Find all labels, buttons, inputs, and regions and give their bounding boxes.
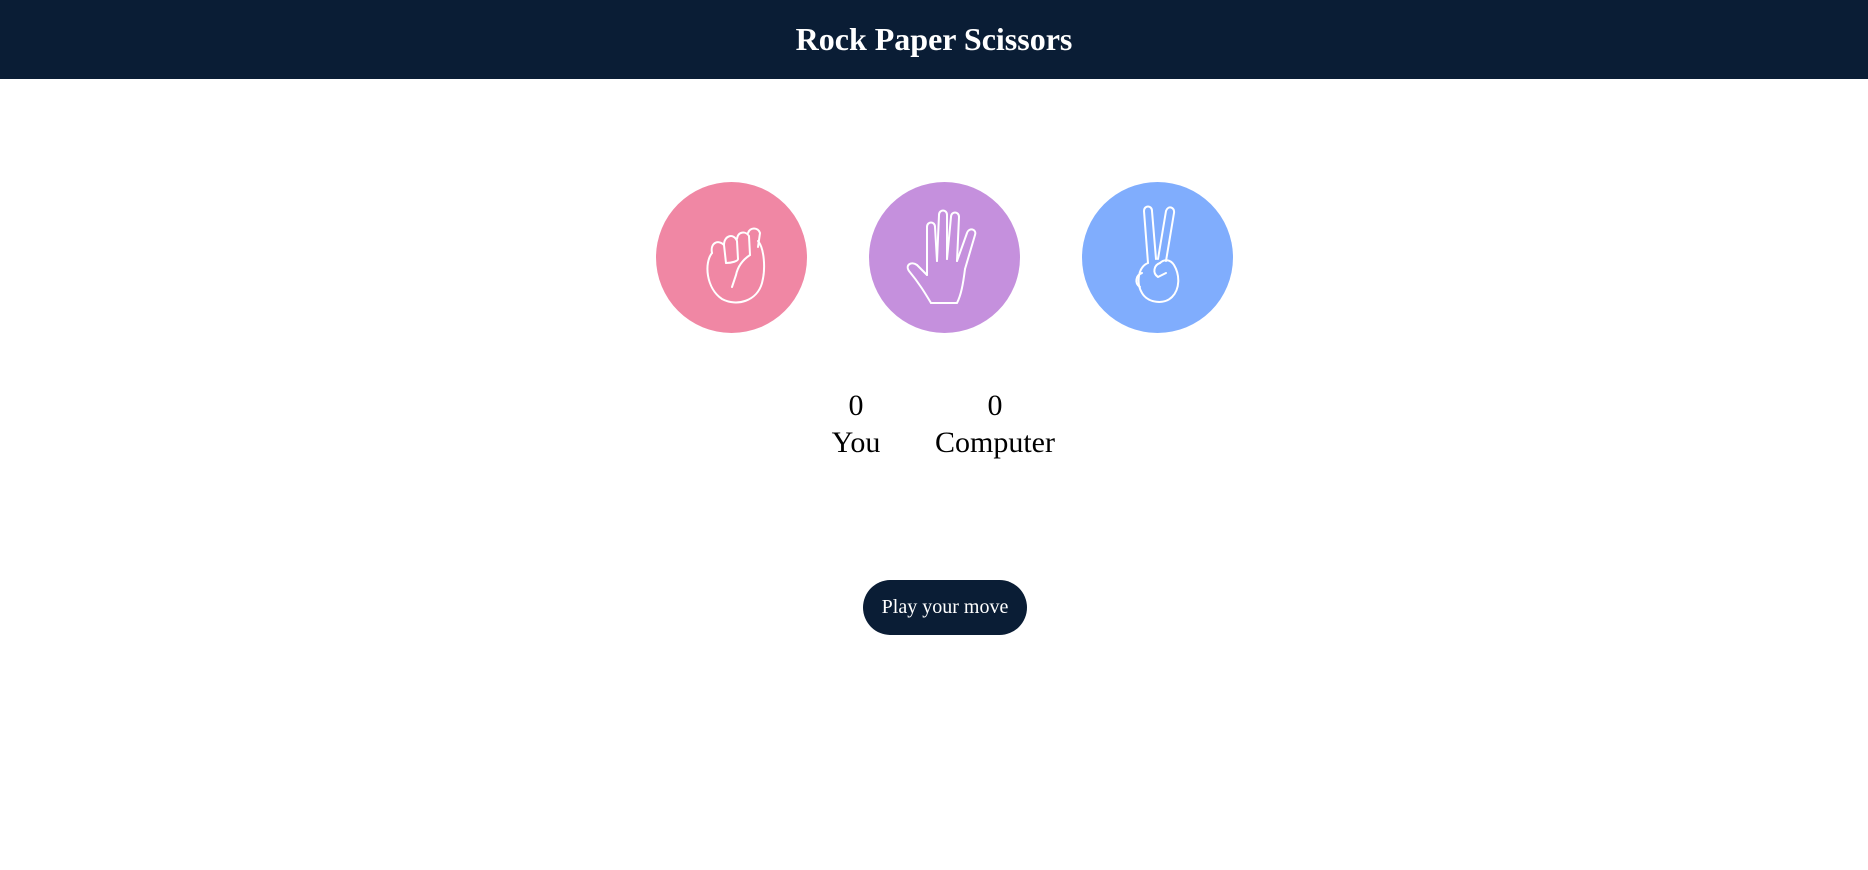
- computer-score-value: 0: [987, 389, 1003, 422]
- computer-score: 0 Computer: [918, 387, 1072, 461]
- rock-choice-button[interactable]: [656, 182, 807, 333]
- choices-row: [0, 182, 1868, 333]
- user-score-value: 0: [848, 389, 864, 422]
- paper-hand-icon: [906, 209, 976, 304]
- page-title: Rock Paper Scissors: [795, 21, 1073, 57]
- scissors-choice-button[interactable]: [1082, 182, 1233, 333]
- app-header: Rock Paper Scissors: [0, 0, 1868, 79]
- user-score: 0 You: [816, 387, 896, 461]
- user-score-label: You: [831, 426, 881, 459]
- paper-choice-button[interactable]: [869, 182, 1020, 333]
- computer-score-label: Computer: [935, 426, 1055, 459]
- play-move-button[interactable]: Play your move: [863, 580, 1027, 635]
- rock-fist-icon: [705, 227, 765, 303]
- scissors-hand-icon: [1134, 205, 1179, 303]
